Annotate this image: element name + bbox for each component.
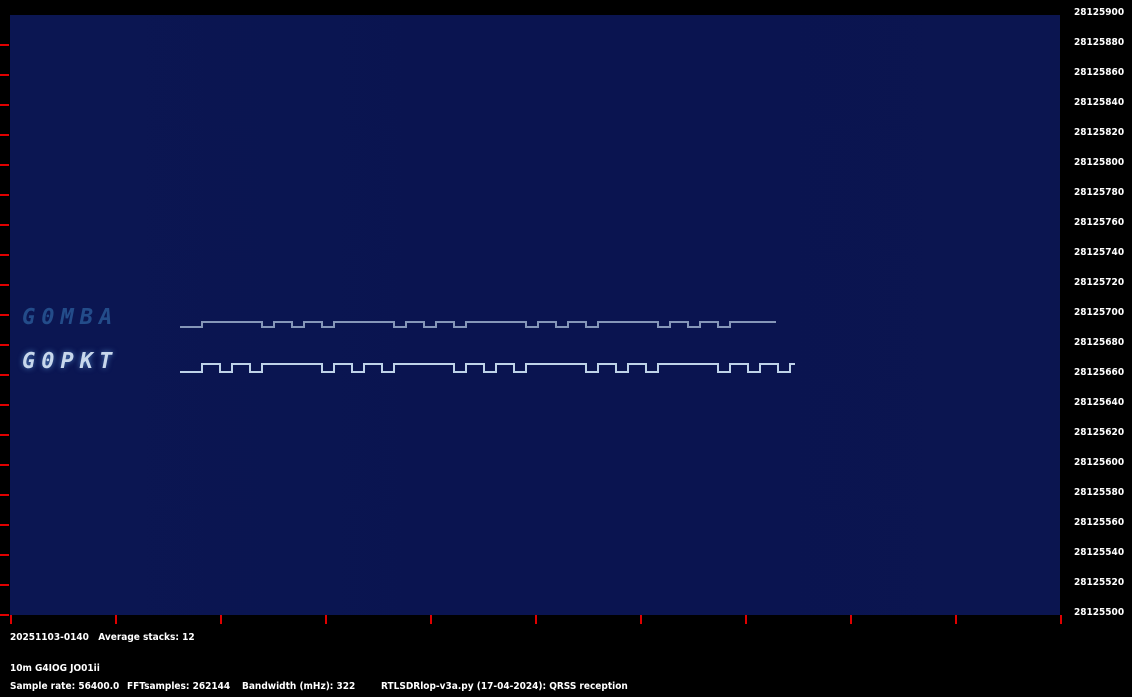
y-tick-label: 28125560	[1074, 517, 1125, 528]
signal-traces	[180, 321, 795, 373]
fft-samples: FFTsamples: 262144	[127, 681, 231, 692]
y-tick-label: 28125900	[1074, 7, 1125, 18]
y-tick-label: 28125820	[1074, 127, 1125, 138]
y-tick-label: 28125540	[1074, 547, 1125, 558]
y-tick-label: 28125500	[1074, 607, 1125, 618]
y-tick-mark	[0, 134, 9, 136]
y-tick-mark	[0, 404, 9, 406]
bandwidth: Bandwidth (mHz): 322	[242, 681, 356, 692]
x-tick-mark	[325, 615, 327, 624]
y-tick-label: 28125700	[1074, 307, 1125, 318]
y-tick-mark	[0, 284, 9, 286]
x-tick-mark	[430, 615, 432, 624]
y-tick-label: 28125860	[1074, 67, 1125, 78]
y-tick-mark	[0, 584, 9, 586]
waterfall-plot: G0MBA G0PKT	[10, 15, 1060, 615]
x-tick-mark	[10, 615, 12, 624]
y-tick-label: 28125520	[1074, 577, 1125, 588]
timestamp-stacks: 20251103-0140 Average stacks: 12	[10, 632, 195, 643]
y-tick-mark	[0, 524, 9, 526]
x-tick-mark	[535, 615, 537, 624]
station-info: 10m G4IOG JO01ii	[10, 663, 100, 674]
y-tick-label: 28125800	[1074, 157, 1125, 168]
y-tick-mark	[0, 224, 9, 226]
signal-trace-g0mba	[180, 321, 776, 328]
x-tick-mark	[850, 615, 852, 624]
y-tick-label: 28125580	[1074, 487, 1125, 498]
x-tick-mark	[220, 615, 222, 624]
x-tick-mark	[955, 615, 957, 624]
y-tick-mark	[0, 314, 9, 316]
program-info: RTLSDRlop-v3a.py (17-04-2024): QRSS rece…	[381, 681, 628, 692]
y-tick-mark	[0, 464, 9, 466]
y-tick-mark	[0, 44, 9, 46]
x-tick-mark	[745, 615, 747, 624]
y-tick-mark	[0, 374, 9, 376]
y-tick-mark	[0, 74, 9, 76]
y-tick-mark	[0, 104, 9, 106]
y-tick-mark	[0, 164, 9, 166]
y-tick-label: 28125760	[1074, 217, 1125, 228]
y-tick-mark	[0, 194, 9, 196]
y-tick-mark	[0, 494, 9, 496]
signal-label-g0mba: G0MBA	[22, 305, 119, 330]
y-tick-mark	[0, 614, 9, 616]
y-tick-label: 28125720	[1074, 277, 1125, 288]
y-tick-mark	[0, 344, 9, 346]
y-tick-label: 28125680	[1074, 337, 1125, 348]
signal-label-g0pkt: G0PKT	[22, 349, 119, 374]
y-tick-label: 28125780	[1074, 187, 1125, 198]
sample-rate: Sample rate: 56400.0	[10, 681, 120, 692]
y-tick-mark	[0, 554, 9, 556]
signal-trace-g0pkt	[180, 363, 795, 373]
y-tick-label: 28125880	[1074, 37, 1125, 48]
y-tick-label: 28125840	[1074, 97, 1125, 108]
y-tick-mark	[0, 434, 9, 436]
y-tick-label: 28125600	[1074, 457, 1125, 468]
y-tick-label: 28125620	[1074, 427, 1125, 438]
y-tick-label: 28125660	[1074, 367, 1125, 378]
x-tick-mark	[115, 615, 117, 624]
y-tick-label: 28125640	[1074, 397, 1125, 408]
y-tick-mark	[0, 254, 9, 256]
x-tick-mark	[640, 615, 642, 624]
x-tick-mark	[1060, 615, 1062, 624]
y-tick-label: 28125740	[1074, 247, 1125, 258]
